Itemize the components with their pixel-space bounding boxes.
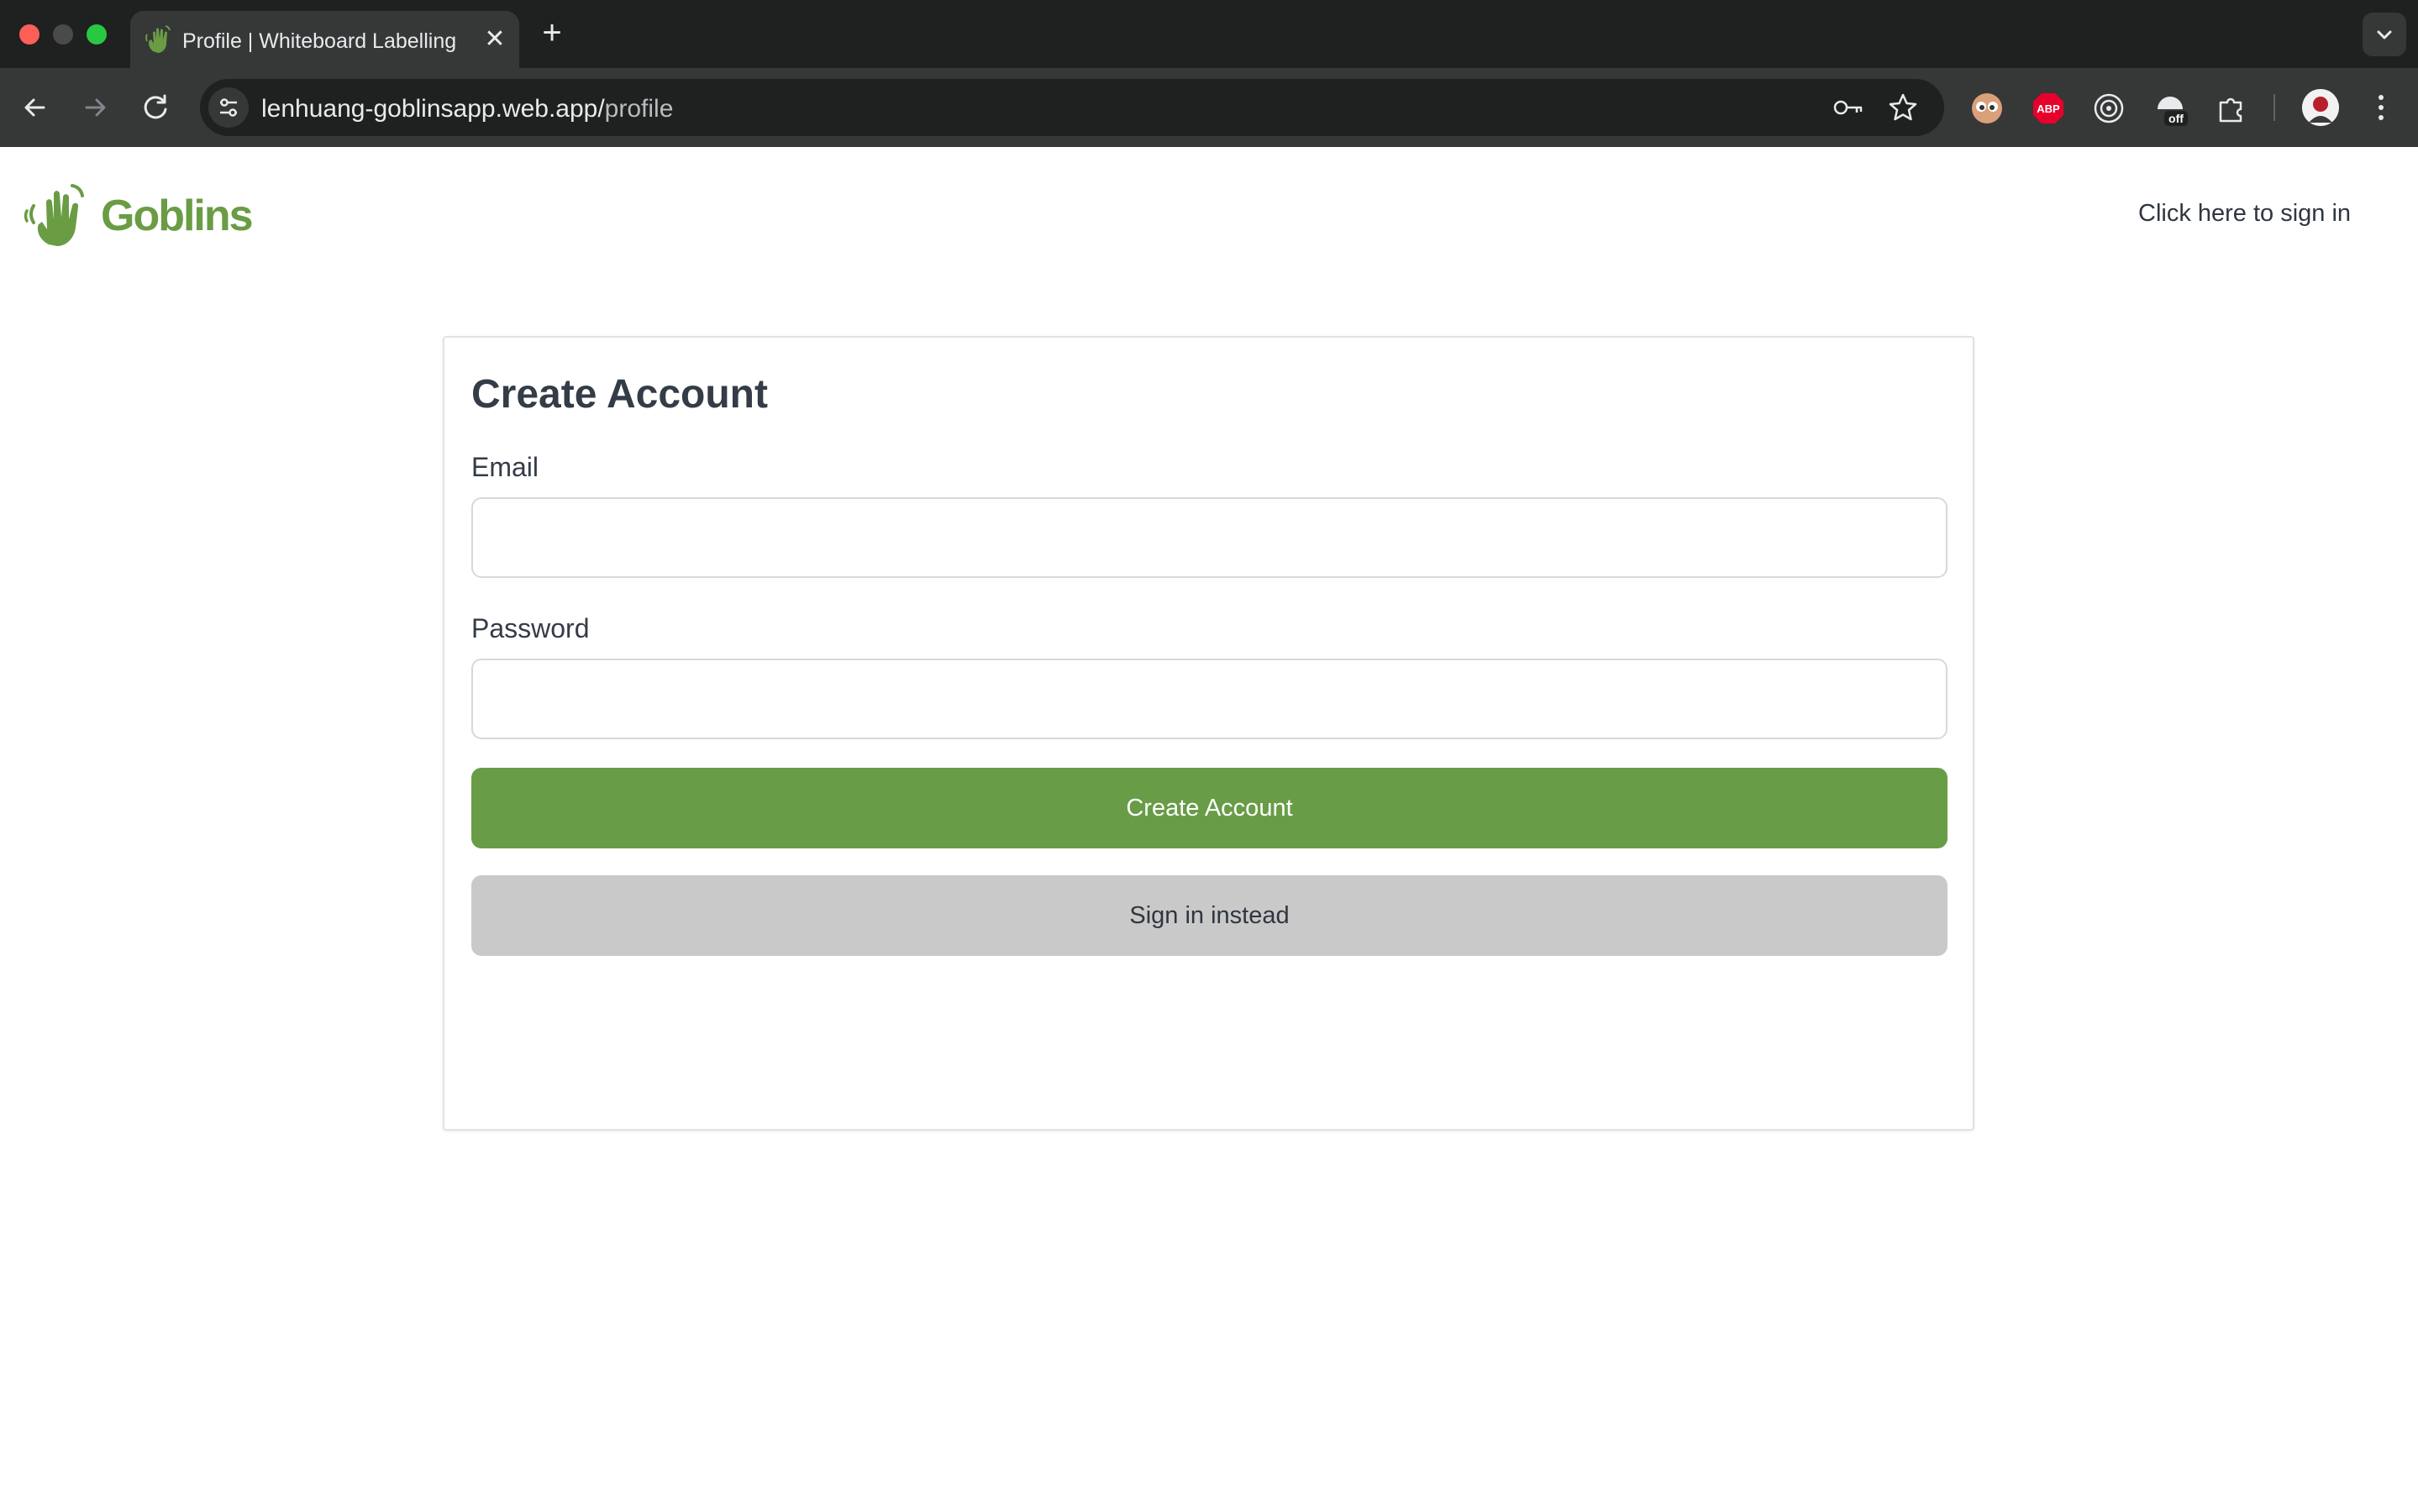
password-key-icon[interactable] xyxy=(1832,92,1865,123)
chevron-down-icon xyxy=(2377,30,2392,39)
new-tab-button[interactable]: + xyxy=(535,16,569,50)
sign-in-instead-button[interactable]: Sign in instead xyxy=(471,875,1948,956)
site-info-button[interactable] xyxy=(208,87,249,128)
waving-hand-icon xyxy=(24,184,84,246)
page-content: Goblins Click here to sign in Create Acc… xyxy=(0,147,2418,1512)
create-account-card: Create Account Email Password Create Acc… xyxy=(443,336,1974,1131)
brand-name: Goblins xyxy=(101,192,254,240)
active-tab[interactable]: Profile | Whiteboard Labelling ✕ xyxy=(130,11,519,68)
avatar-image-icon xyxy=(2302,89,2339,126)
toolbar-divider xyxy=(2273,94,2275,121)
window-minimize-button[interactable] xyxy=(53,24,73,45)
address-bar[interactable]: lenhuang-goblinsapp.web.app/profile xyxy=(200,79,1944,136)
window-close-button[interactable] xyxy=(19,24,39,45)
target-extension-icon[interactable] xyxy=(2091,91,2126,126)
more-menu-icon[interactable] xyxy=(2366,89,2396,126)
email-label: Email xyxy=(471,452,539,482)
tab-close-icon[interactable]: ✕ xyxy=(478,23,512,56)
create-account-button[interactable]: Create Account xyxy=(471,768,1948,848)
tab-search-button[interactable] xyxy=(2363,13,2406,56)
url-path: profile xyxy=(604,95,674,123)
profile-avatar[interactable] xyxy=(2302,89,2339,126)
reload-icon[interactable] xyxy=(136,87,176,128)
puzzle-extensions-icon[interactable] xyxy=(2214,91,2249,126)
goblins-logo[interactable]: Goblins xyxy=(24,181,254,248)
password-field[interactable] xyxy=(471,659,1948,739)
password-label: Password xyxy=(471,613,590,643)
goblins-hand-icon xyxy=(145,25,171,53)
forward-arrow-icon[interactable] xyxy=(75,87,115,128)
tab-title: Profile | Whiteboard Labelling xyxy=(182,29,457,53)
tab-bar: Profile | Whiteboard Labelling ✕ + xyxy=(0,0,2418,68)
form-title: Create Account xyxy=(471,372,768,417)
eyes-extension-icon[interactable] xyxy=(1969,91,2005,126)
email-field[interactable] xyxy=(471,497,1948,578)
off-extension-icon[interactable]: off xyxy=(2153,91,2188,126)
tune-icon xyxy=(220,98,237,117)
bookmark-star-icon[interactable] xyxy=(1886,91,1920,124)
svg-text:off: off xyxy=(2168,112,2184,125)
svg-text:ABP: ABP xyxy=(2037,102,2060,115)
window-maximize-button[interactable] xyxy=(87,24,107,45)
adblock-plus-icon[interactable]: ABP xyxy=(2031,91,2066,126)
header-signin-link[interactable]: Click here to sign in xyxy=(2138,200,2351,228)
url-host: lenhuang-goblinsapp.web.app/ xyxy=(261,95,605,123)
url-text: lenhuang-goblinsapp.web.app/profile xyxy=(261,95,673,123)
back-arrow-icon[interactable] xyxy=(15,87,55,128)
